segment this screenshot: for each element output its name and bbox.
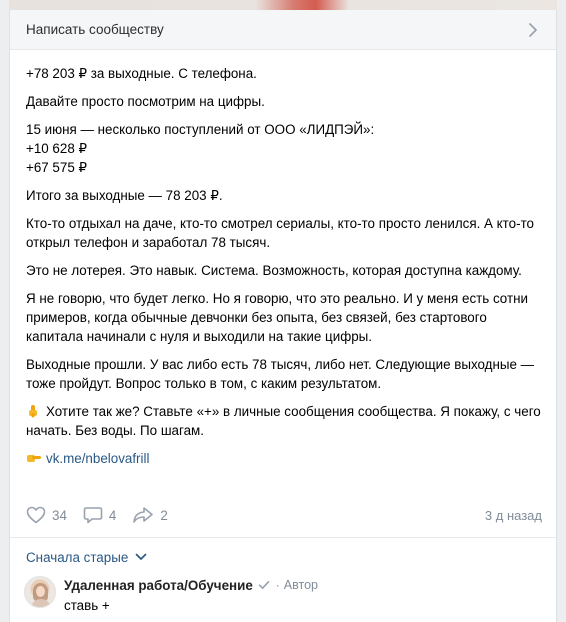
comment-button[interactable]: 4 [83,506,116,524]
write-to-community-label: Написать сообществу [26,22,164,37]
post-paragraph: Я не говорю, что будет легко. Но я говор… [26,291,528,344]
pointing-right-hand-icon [26,451,41,465]
post-paragraph: Кто-то отдыхал на даче, кто-то смотрел с… [26,216,535,250]
post-text: +78 203 ₽ за выходные. С телефона. Давай… [26,64,542,477]
heart-icon [26,506,46,524]
post-paragraph-group: 15 июня — несколько поступлений от ООО «… [26,120,542,177]
comment-role: Автор [283,578,318,592]
chevron-down-icon [135,553,147,560]
like-count: 34 [52,507,67,523]
post-card: Написать сообществу +78 203 ₽ за выходны… [9,10,557,622]
comment: Удаленная работа/Обучение · Автор ставь … [24,576,544,622]
post-paragraph-cta: Хотите так же? Ставьте «+» в личные сооб… [26,402,542,440]
sort-label: Сначала старые [26,549,129,565]
comment-text: ставь + [64,598,110,613]
comment-author[interactable]: Удаленная работа/Обучение [64,578,253,593]
verified-check-icon [258,580,270,590]
post-image-bottom-edge [9,0,557,10]
comment-icon [83,507,103,524]
like-button[interactable]: 34 [26,506,67,524]
post-link[interactable]: vk.me/nbelovafrill [46,451,149,466]
comment-header: Удаленная работа/Обучение · Автор [64,576,318,594]
divider [10,537,556,538]
share-count: 2 [160,507,168,523]
post-paragraph: +78 203 ₽ за выходные. С телефона. [26,66,257,81]
post-time[interactable]: 3 д назад [485,508,542,523]
comment-count: 4 [108,507,117,523]
post-paragraph: Итого за выходные — 78 203 ₽. [26,188,223,203]
avatar[interactable] [24,576,56,608]
post-link-row: vk.me/nbelovafrill [26,449,542,468]
pointing-down-hand-icon [26,404,40,418]
comments-sort-dropdown[interactable]: Сначала старые [26,547,147,567]
write-to-community-row[interactable]: Написать сообществу [10,10,556,50]
post-line: 15 июня — несколько поступлений от ООО «… [26,122,375,137]
post-line: +67 575 ₽ [26,160,88,175]
post-paragraph: Давайте просто посмотрим на цифры. [26,94,265,109]
share-button[interactable]: 2 [132,506,168,524]
comment-separator: · [275,578,280,592]
post-line: +10 628 ₽ [26,141,88,156]
chevron-right-icon [528,22,538,37]
post-cta-text: Хотите так же? Ставьте «+» в личные сооб… [26,404,541,438]
share-icon [133,507,154,523]
post-paragraph: Это не лотерея. Это навык. Система. Возм… [26,263,522,278]
post-actions: 34 4 2 3 д назад [26,504,542,526]
post-paragraph: Выходные прошли. У вас либо есть 78 тыся… [26,357,535,391]
